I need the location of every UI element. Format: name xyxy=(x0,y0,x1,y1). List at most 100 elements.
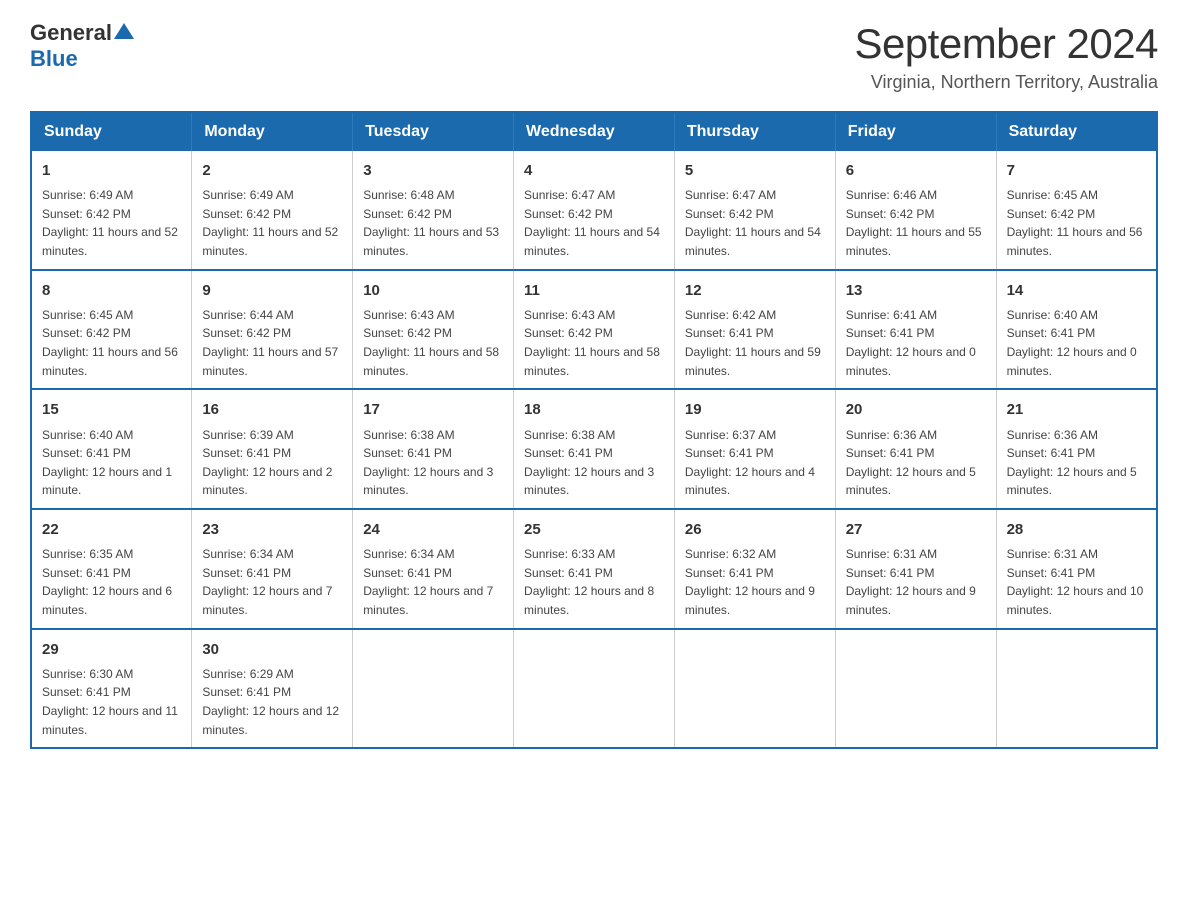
day-info: Sunrise: 6:45 AMSunset: 6:42 PMDaylight:… xyxy=(42,306,181,380)
day-number: 25 xyxy=(524,518,664,541)
day-info: Sunrise: 6:35 AMSunset: 6:41 PMDaylight:… xyxy=(42,545,181,619)
calendar-cell: 27 Sunrise: 6:31 AMSunset: 6:41 PMDayligh… xyxy=(835,509,996,629)
day-number: 16 xyxy=(202,398,342,421)
calendar-cell: 4 Sunrise: 6:47 AMSunset: 6:42 PMDaylight… xyxy=(514,151,675,270)
calendar-cell: 19 Sunrise: 6:37 AMSunset: 6:41 PMDayligh… xyxy=(674,389,835,509)
day-info: Sunrise: 6:43 AMSunset: 6:42 PMDaylight:… xyxy=(363,306,503,380)
day-number: 24 xyxy=(363,518,503,541)
day-info: Sunrise: 6:47 AMSunset: 6:42 PMDaylight:… xyxy=(524,186,664,260)
title-section: September 2024 Virginia, Northern Territ… xyxy=(854,20,1158,93)
day-number: 26 xyxy=(685,518,825,541)
calendar-cell: 5Sunrise: 6:47 AMSunset: 6:42 PMDaylight… xyxy=(674,151,835,270)
day-info: Sunrise: 6:34 AMSunset: 6:41 PMDaylight:… xyxy=(202,545,342,619)
calendar-cell: 15 Sunrise: 6:40 AMSunset: 6:41 PMDayligh… xyxy=(31,389,192,509)
col-header-sunday: Sunday xyxy=(31,112,192,151)
day-number: 3 xyxy=(363,159,503,182)
col-header-thursday: Thursday xyxy=(674,112,835,151)
day-number: 27 xyxy=(846,518,986,541)
day-info: Sunrise: 6:46 AMSunset: 6:42 PMDaylight:… xyxy=(846,186,986,260)
calendar-cell: 7Sunrise: 6:45 AMSunset: 6:42 PMDaylight… xyxy=(996,151,1157,270)
day-number: 17 xyxy=(363,398,503,421)
day-info: Sunrise: 6:29 AMSunset: 6:41 PMDaylight:… xyxy=(202,665,342,739)
day-number: 28 xyxy=(1007,518,1146,541)
day-number: 10 xyxy=(363,279,503,302)
day-number: 4 xyxy=(524,159,664,182)
calendar-cell: 29 Sunrise: 6:30 AMSunset: 6:41 PMDayligh… xyxy=(31,629,192,749)
day-number: 29 xyxy=(42,638,181,661)
calendar-cell: 2Sunrise: 6:49 AMSunset: 6:42 PMDaylight… xyxy=(192,151,353,270)
day-info: Sunrise: 6:40 AMSunset: 6:41 PMDaylight:… xyxy=(1007,306,1146,380)
day-info: Sunrise: 6:42 AMSunset: 6:41 PMDaylight:… xyxy=(685,306,825,380)
calendar-cell: 12 Sunrise: 6:42 AMSunset: 6:41 PMDayligh… xyxy=(674,270,835,390)
day-number: 8 xyxy=(42,279,181,302)
calendar-cell: 30 Sunrise: 6:29 AMSunset: 6:41 PMDayligh… xyxy=(192,629,353,749)
calendar-cell: 13 Sunrise: 6:41 AMSunset: 6:41 PMDayligh… xyxy=(835,270,996,390)
col-header-wednesday: Wednesday xyxy=(514,112,675,151)
calendar-cell: 9 Sunrise: 6:44 AMSunset: 6:42 PMDaylight… xyxy=(192,270,353,390)
calendar-cell: 21Sunrise: 6:36 AMSunset: 6:41 PMDayligh… xyxy=(996,389,1157,509)
day-number: 19 xyxy=(685,398,825,421)
col-header-friday: Friday xyxy=(835,112,996,151)
day-info: Sunrise: 6:48 AMSunset: 6:42 PMDaylight:… xyxy=(363,186,503,260)
day-info: Sunrise: 6:45 AMSunset: 6:42 PMDaylight:… xyxy=(1007,186,1146,260)
day-info: Sunrise: 6:36 AMSunset: 6:41 PMDaylight:… xyxy=(846,426,986,500)
day-number: 20 xyxy=(846,398,986,421)
day-number: 2 xyxy=(202,159,342,182)
day-number: 22 xyxy=(42,518,181,541)
calendar-cell: 25 Sunrise: 6:33 AMSunset: 6:41 PMDayligh… xyxy=(514,509,675,629)
logo: General Blue xyxy=(30,20,134,72)
calendar-week-row: 1 Sunrise: 6:49 AMSunset: 6:42 PMDaylight… xyxy=(31,151,1157,270)
calendar-cell xyxy=(674,629,835,749)
calendar-cell: 20 Sunrise: 6:36 AMSunset: 6:41 PMDayligh… xyxy=(835,389,996,509)
day-info: Sunrise: 6:40 AMSunset: 6:41 PMDaylight:… xyxy=(42,426,181,500)
day-number: 1 xyxy=(42,159,181,182)
calendar-week-row: 8 Sunrise: 6:45 AMSunset: 6:42 PMDaylight… xyxy=(31,270,1157,390)
calendar-header-row: SundayMondayTuesdayWednesdayThursdayFrid… xyxy=(31,112,1157,151)
calendar-cell: 3 Sunrise: 6:48 AMSunset: 6:42 PMDaylight… xyxy=(353,151,514,270)
day-info: Sunrise: 6:30 AMSunset: 6:41 PMDaylight:… xyxy=(42,665,181,739)
calendar-cell: 23 Sunrise: 6:34 AMSunset: 6:41 PMDayligh… xyxy=(192,509,353,629)
calendar-cell: 26 Sunrise: 6:32 AMSunset: 6:41 PMDayligh… xyxy=(674,509,835,629)
day-info: Sunrise: 6:41 AMSunset: 6:41 PMDaylight:… xyxy=(846,306,986,380)
day-number: 15 xyxy=(42,398,181,421)
col-header-saturday: Saturday xyxy=(996,112,1157,151)
day-number: 13 xyxy=(846,279,986,302)
day-number: 9 xyxy=(202,279,342,302)
day-info: Sunrise: 6:49 AMSunset: 6:42 PMDaylight:… xyxy=(42,186,181,260)
day-number: 14 xyxy=(1007,279,1146,302)
day-info: Sunrise: 6:31 AMSunset: 6:41 PMDaylight:… xyxy=(846,545,986,619)
day-info: Sunrise: 6:47 AMSunset: 6:42 PMDaylight:… xyxy=(685,186,825,260)
day-info: Sunrise: 6:43 AMSunset: 6:42 PMDaylight:… xyxy=(524,306,664,380)
day-info: Sunrise: 6:34 AMSunset: 6:41 PMDaylight:… xyxy=(363,545,503,619)
col-header-tuesday: Tuesday xyxy=(353,112,514,151)
logo-blue-text: Blue xyxy=(30,46,78,71)
day-info: Sunrise: 6:32 AMSunset: 6:41 PMDaylight:… xyxy=(685,545,825,619)
calendar-cell: 18 Sunrise: 6:38 AMSunset: 6:41 PMDayligh… xyxy=(514,389,675,509)
day-number: 11 xyxy=(524,279,664,302)
calendar-cell: 24 Sunrise: 6:34 AMSunset: 6:41 PMDayligh… xyxy=(353,509,514,629)
calendar-cell: 14 Sunrise: 6:40 AMSunset: 6:41 PMDayligh… xyxy=(996,270,1157,390)
calendar-cell xyxy=(353,629,514,749)
day-number: 30 xyxy=(202,638,342,661)
day-info: Sunrise: 6:38 AMSunset: 6:41 PMDaylight:… xyxy=(524,426,664,500)
day-info: Sunrise: 6:44 AMSunset: 6:42 PMDaylight:… xyxy=(202,306,342,380)
calendar-cell: 16Sunrise: 6:39 AMSunset: 6:41 PMDayligh… xyxy=(192,389,353,509)
day-info: Sunrise: 6:33 AMSunset: 6:41 PMDaylight:… xyxy=(524,545,664,619)
month-year-title: September 2024 xyxy=(854,20,1158,68)
calendar-cell xyxy=(514,629,675,749)
calendar-cell: 10 Sunrise: 6:43 AMSunset: 6:42 PMDayligh… xyxy=(353,270,514,390)
calendar-cell: 22 Sunrise: 6:35 AMSunset: 6:41 PMDayligh… xyxy=(31,509,192,629)
day-info: Sunrise: 6:38 AMSunset: 6:41 PMDaylight:… xyxy=(363,426,503,500)
calendar-week-row: 29 Sunrise: 6:30 AMSunset: 6:41 PMDayligh… xyxy=(31,629,1157,749)
page-header: General Blue September 2024 Virginia, No… xyxy=(30,20,1158,93)
day-number: 23 xyxy=(202,518,342,541)
day-info: Sunrise: 6:36 AMSunset: 6:41 PMDaylight:… xyxy=(1007,426,1146,500)
calendar-cell: 17 Sunrise: 6:38 AMSunset: 6:41 PMDayligh… xyxy=(353,389,514,509)
day-info: Sunrise: 6:37 AMSunset: 6:41 PMDaylight:… xyxy=(685,426,825,500)
day-number: 12 xyxy=(685,279,825,302)
location-subtitle: Virginia, Northern Territory, Australia xyxy=(854,72,1158,93)
calendar-week-row: 22 Sunrise: 6:35 AMSunset: 6:41 PMDayligh… xyxy=(31,509,1157,629)
col-header-monday: Monday xyxy=(192,112,353,151)
day-number: 18 xyxy=(524,398,664,421)
calendar-cell: 6Sunrise: 6:46 AMSunset: 6:42 PMDaylight… xyxy=(835,151,996,270)
